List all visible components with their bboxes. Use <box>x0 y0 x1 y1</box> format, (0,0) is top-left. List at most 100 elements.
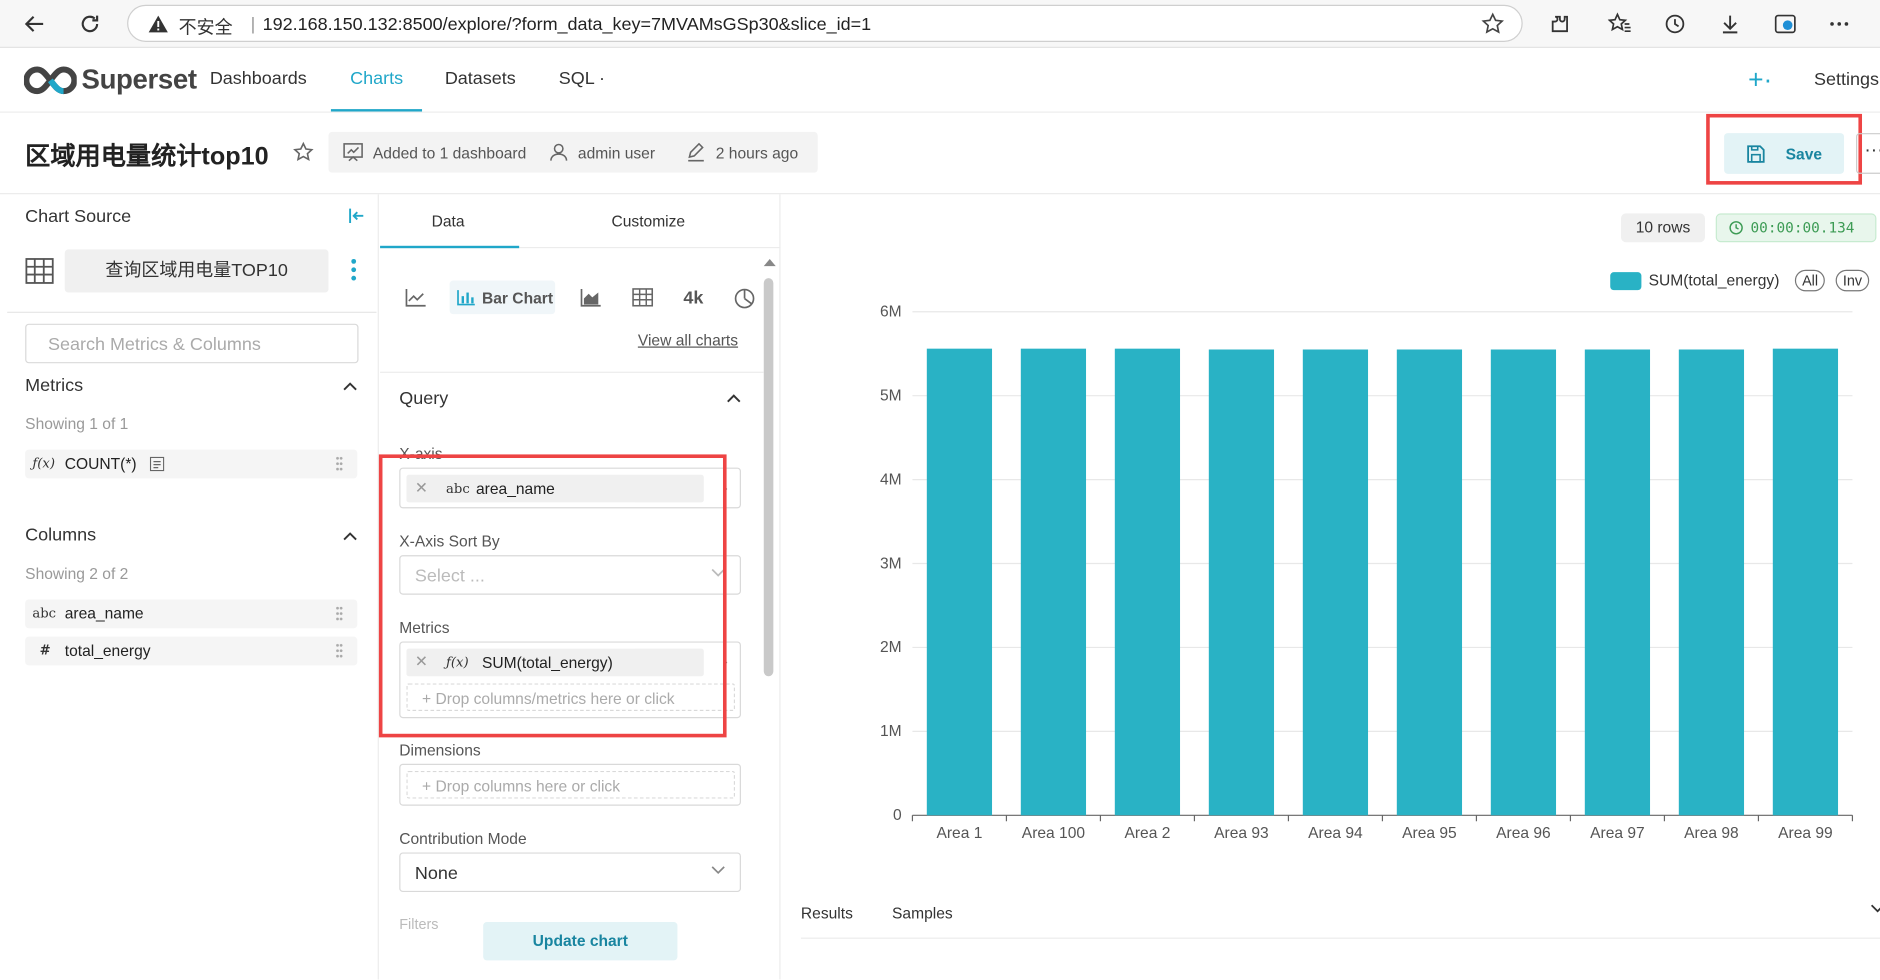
update-chart-button[interactable]: Update chart <box>483 922 678 961</box>
pie-chart-icon[interactable] <box>734 288 756 310</box>
column-name: total_energy <box>64 641 151 660</box>
history-icon[interactable] <box>1661 10 1690 39</box>
y-tick-label: 0 <box>893 807 902 824</box>
column-name: area_name <box>64 604 144 623</box>
tab-results[interactable]: Results <box>801 904 853 922</box>
dimensions-drop-text: Drop columns here or click <box>435 776 621 795</box>
kebab-menu-icon[interactable] <box>349 258 359 282</box>
chevron-down-icon <box>711 866 725 875</box>
bar[interactable] <box>926 348 993 816</box>
column-item[interactable]: abc area_name <box>25 599 358 629</box>
x-tick-label: Area 97 <box>1590 825 1645 842</box>
big-number-viz[interactable]: 4k <box>683 288 703 308</box>
url-text[interactable]: 192.168.150.132:8500/explore/?form_data_… <box>263 14 872 34</box>
bar[interactable] <box>1114 348 1181 816</box>
favorite-star-icon[interactable] <box>293 141 315 163</box>
bar[interactable] <box>1302 349 1369 816</box>
contribution-mode-select[interactable]: None <box>399 852 741 893</box>
superset-logo[interactable]: Superset <box>23 64 197 96</box>
chart-title[interactable]: 区域用电量统计top10 <box>25 137 268 173</box>
modified-info[interactable]: 2 hours ago <box>686 142 798 162</box>
tab-data[interactable]: Data <box>432 212 465 230</box>
more-actions-button[interactable]: ··· <box>1856 133 1880 174</box>
bar[interactable] <box>1396 349 1463 816</box>
legend-series-name[interactable]: SUM(total_energy) <box>1649 271 1780 289</box>
bar[interactable] <box>1584 349 1651 816</box>
bar[interactable] <box>1208 349 1275 816</box>
chevron-up-icon[interactable] <box>343 531 357 541</box>
columns-section-title[interactable]: Columns <box>25 525 96 545</box>
owner-info[interactable]: admin user <box>549 143 655 162</box>
drag-handle-icon[interactable] <box>335 605 343 623</box>
sql-expression-icon <box>149 456 165 472</box>
back-arrow-icon[interactable] <box>20 10 49 39</box>
query-section-title[interactable]: Query <box>399 388 448 408</box>
browser-menu-icon[interactable] <box>1825 10 1854 39</box>
bar[interactable] <box>1490 349 1557 816</box>
user-icon <box>550 143 568 161</box>
tab-customize[interactable]: Customize <box>611 212 685 230</box>
metric-item[interactable]: ƒ(x) COUNT(*) <box>25 449 358 479</box>
column-item[interactable]: # total_energy <box>25 636 358 666</box>
x-tick-label: Area 99 <box>1778 825 1833 842</box>
tab-samples[interactable]: Samples <box>892 904 953 922</box>
bar[interactable] <box>1020 348 1087 816</box>
added-to-text: Added to 1 dashboard <box>372 143 527 162</box>
reload-icon[interactable] <box>76 10 105 39</box>
extensions-icon[interactable] <box>1545 10 1574 39</box>
chevron-up-icon[interactable] <box>727 393 741 403</box>
area-chart-icon[interactable] <box>580 288 602 307</box>
x-tick-label: Area 98 <box>1684 825 1739 842</box>
bar[interactable] <box>1678 349 1745 816</box>
dimensions-label: Dimensions <box>399 740 481 759</box>
collapse-panel-icon[interactable] <box>347 206 366 225</box>
nav-charts[interactable]: Charts <box>350 68 403 88</box>
address-bar[interactable]: 不安全 | 192.168.150.132:8500/explore/?form… <box>127 4 1523 42</box>
contribution-mode-value: None <box>414 863 458 884</box>
bar-chart-label: Bar Chart <box>481 288 554 307</box>
bar[interactable] <box>1772 348 1839 816</box>
chevron-down-icon[interactable] <box>1870 904 1880 914</box>
nav-settings[interactable]: Settings <box>1814 70 1879 90</box>
address-separator: | <box>250 14 256 35</box>
view-all-charts-link[interactable]: View all charts <box>638 331 738 349</box>
table-viz-icon[interactable] <box>632 288 654 307</box>
edge-ie-mode-icon[interactable] <box>1771 10 1800 39</box>
new-plus-button[interactable]: +· <box>1748 65 1772 96</box>
added-to-dashboard[interactable]: Added to 1 dashboard <box>343 143 526 162</box>
nav-datasets[interactable]: Datasets <box>445 68 516 88</box>
chevron-up-icon[interactable] <box>343 381 357 391</box>
x-tick-label: Area 100 <box>1022 825 1086 842</box>
search-metrics-columns-input[interactable]: Search Metrics & Columns <box>25 323 359 364</box>
metrics-section-title[interactable]: Metrics <box>25 375 83 395</box>
app-navbar: Superset Dashboards Charts Datasets SQL … <box>0 47 1880 113</box>
control-panel: Data Customize Bar Chart 4k View all cha… <box>378 194 781 980</box>
datasource-panel: Chart Source 查询区域用电量TOP10 Search Metrics… <box>0 194 379 980</box>
legend-invert-button[interactable]: Inv <box>1835 269 1870 292</box>
y-tick-label: 4M <box>880 471 902 488</box>
dimensions-field[interactable]: + Drop columns here or click <box>399 763 741 806</box>
nav-dashboards[interactable]: Dashboards <box>210 68 307 88</box>
scrollbar-thumb[interactable] <box>763 278 774 677</box>
nav-sql[interactable]: SQL · <box>559 68 605 88</box>
favorites-icon[interactable] <box>1605 10 1634 39</box>
divider <box>380 371 764 373</box>
drag-handle-icon[interactable] <box>335 455 343 473</box>
y-tick-label: 5M <box>880 387 902 404</box>
bookmark-star-icon[interactable] <box>1481 12 1505 36</box>
download-icon[interactable] <box>1716 10 1745 39</box>
line-chart-icon[interactable] <box>405 288 427 307</box>
drag-handle-icon[interactable] <box>335 642 343 660</box>
string-type-icon: abc <box>32 605 57 622</box>
legend-swatch[interactable] <box>1610 272 1642 291</box>
legend-select-all-button[interactable]: All <box>1794 269 1826 292</box>
bar-chart-viz-button[interactable]: Bar Chart <box>449 280 556 315</box>
results-divider <box>800 937 1880 939</box>
dimensions-drop-zone[interactable]: + Drop columns here or click <box>406 770 735 799</box>
clock-icon <box>1729 221 1743 235</box>
dataset-name[interactable]: 查询区域用电量TOP10 <box>64 249 329 293</box>
scroll-up-arrow[interactable] <box>763 258 776 267</box>
warning-icon <box>148 15 168 33</box>
x-tick-label: Area 1 <box>936 825 982 842</box>
query-timer-badge: 00:00:00.134 <box>1715 213 1877 243</box>
